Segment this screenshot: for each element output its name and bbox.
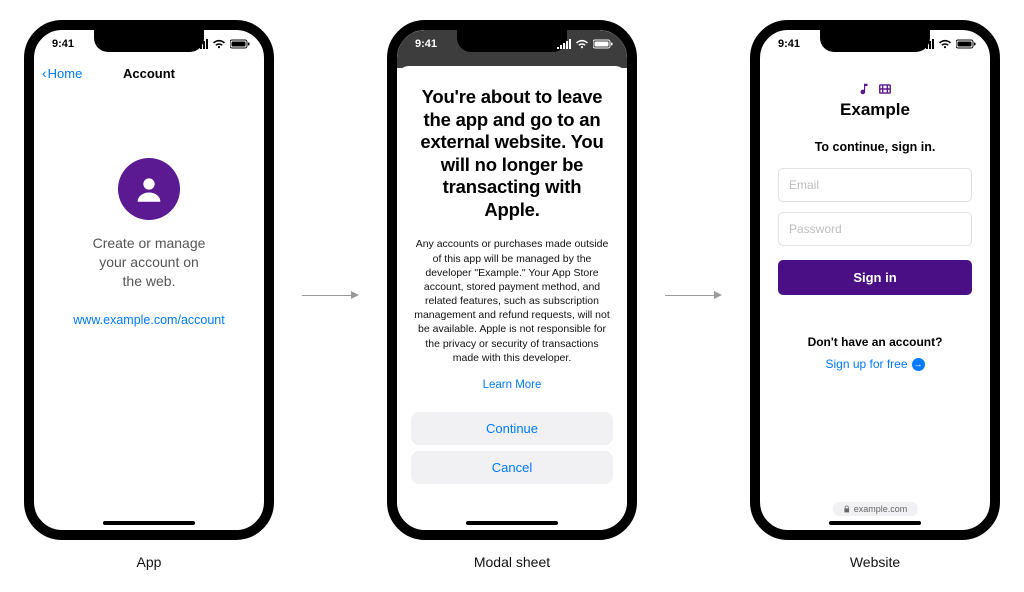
- home-indicator: [103, 521, 195, 525]
- signup-label: Sign up for free: [825, 357, 907, 371]
- address-text: example.com: [854, 504, 908, 514]
- phone-website: 9:41 Example To continue, sign in. Email…: [750, 20, 1000, 540]
- signin-heading: To continue, sign in.: [815, 140, 936, 154]
- battery-icon: [956, 39, 976, 49]
- signup-link[interactable]: Sign up for free →: [825, 357, 924, 371]
- status-time: 9:41: [52, 38, 74, 50]
- arrow-right-icon: →: [912, 358, 925, 371]
- no-account-text: Don't have an account?: [808, 335, 943, 349]
- continue-button[interactable]: Continue: [411, 412, 613, 445]
- email-field[interactable]: Email: [778, 168, 972, 202]
- film-icon: [877, 82, 893, 96]
- flow-arrow: [302, 295, 359, 296]
- cancel-button[interactable]: Cancel: [411, 451, 613, 484]
- wifi-icon: [575, 39, 589, 49]
- avatar-icon: [118, 158, 180, 220]
- home-indicator: [466, 521, 558, 525]
- caption-modal: Modal sheet: [474, 554, 550, 570]
- learn-more-link[interactable]: Learn More: [411, 379, 613, 391]
- signin-button[interactable]: Sign in: [778, 260, 972, 295]
- wifi-icon: [938, 39, 952, 49]
- status-indicators: [557, 39, 613, 49]
- caption-app: App: [137, 554, 162, 570]
- battery-icon: [230, 39, 250, 49]
- modal-body: Any accounts or purchases made outside o…: [411, 237, 613, 365]
- page-title: Account: [34, 66, 264, 81]
- phone-modal: 9:41 You're about to leave the app and g…: [387, 20, 637, 540]
- notch: [94, 30, 204, 52]
- status-time: 9:41: [415, 38, 437, 50]
- flow-arrow: [665, 295, 722, 296]
- modal-sheet: You're about to leave the app and go to …: [397, 66, 627, 530]
- status-bar: 9:41: [397, 30, 627, 58]
- brand-logo: [857, 82, 893, 96]
- music-note-icon: [857, 82, 871, 96]
- address-bar[interactable]: example.com: [833, 502, 918, 516]
- brand-name: Example: [840, 100, 910, 120]
- battery-icon: [593, 39, 613, 49]
- caption-web: Website: [850, 554, 900, 570]
- app-message: Create or manage your account on the web…: [63, 234, 236, 291]
- phone-app: 9:41 ‹ Home Account Create: [24, 20, 274, 540]
- signal-icon: [557, 39, 571, 49]
- password-field[interactable]: Password: [778, 212, 972, 246]
- modal-title: You're about to leave the app and go to …: [411, 86, 613, 221]
- wifi-icon: [212, 39, 226, 49]
- nav-bar: ‹ Home Account: [34, 58, 264, 88]
- status-time: 9:41: [778, 38, 800, 50]
- notch: [820, 30, 930, 52]
- lock-icon: [843, 505, 851, 513]
- account-link[interactable]: www.example.com/account: [73, 313, 224, 327]
- home-indicator: [829, 521, 921, 525]
